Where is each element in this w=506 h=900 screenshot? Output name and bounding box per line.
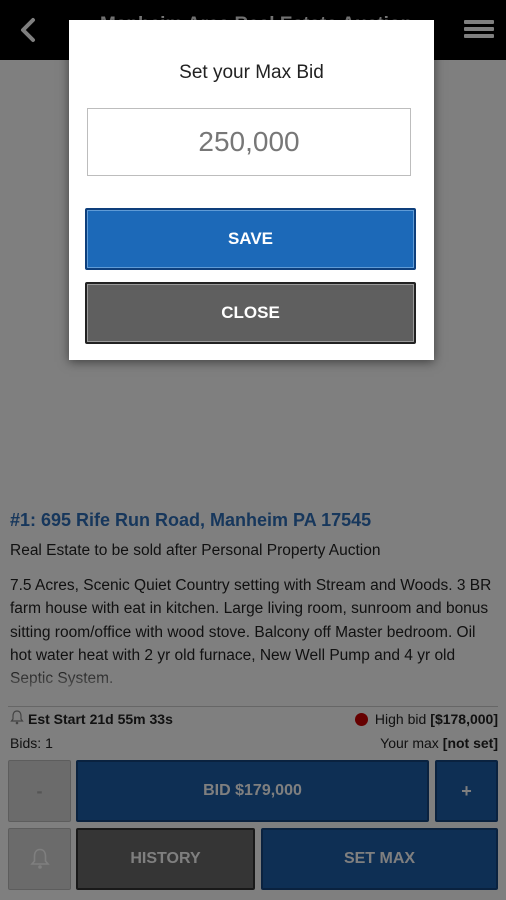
max-bid-input[interactable]: [87, 108, 411, 176]
dialog-title: Set your Max Bid: [179, 62, 324, 83]
close-button[interactable]: CLOSE: [85, 282, 416, 344]
save-button[interactable]: SAVE: [85, 208, 416, 270]
max-bid-dialog: Set your Max Bid SAVE CLOSE: [69, 20, 434, 360]
